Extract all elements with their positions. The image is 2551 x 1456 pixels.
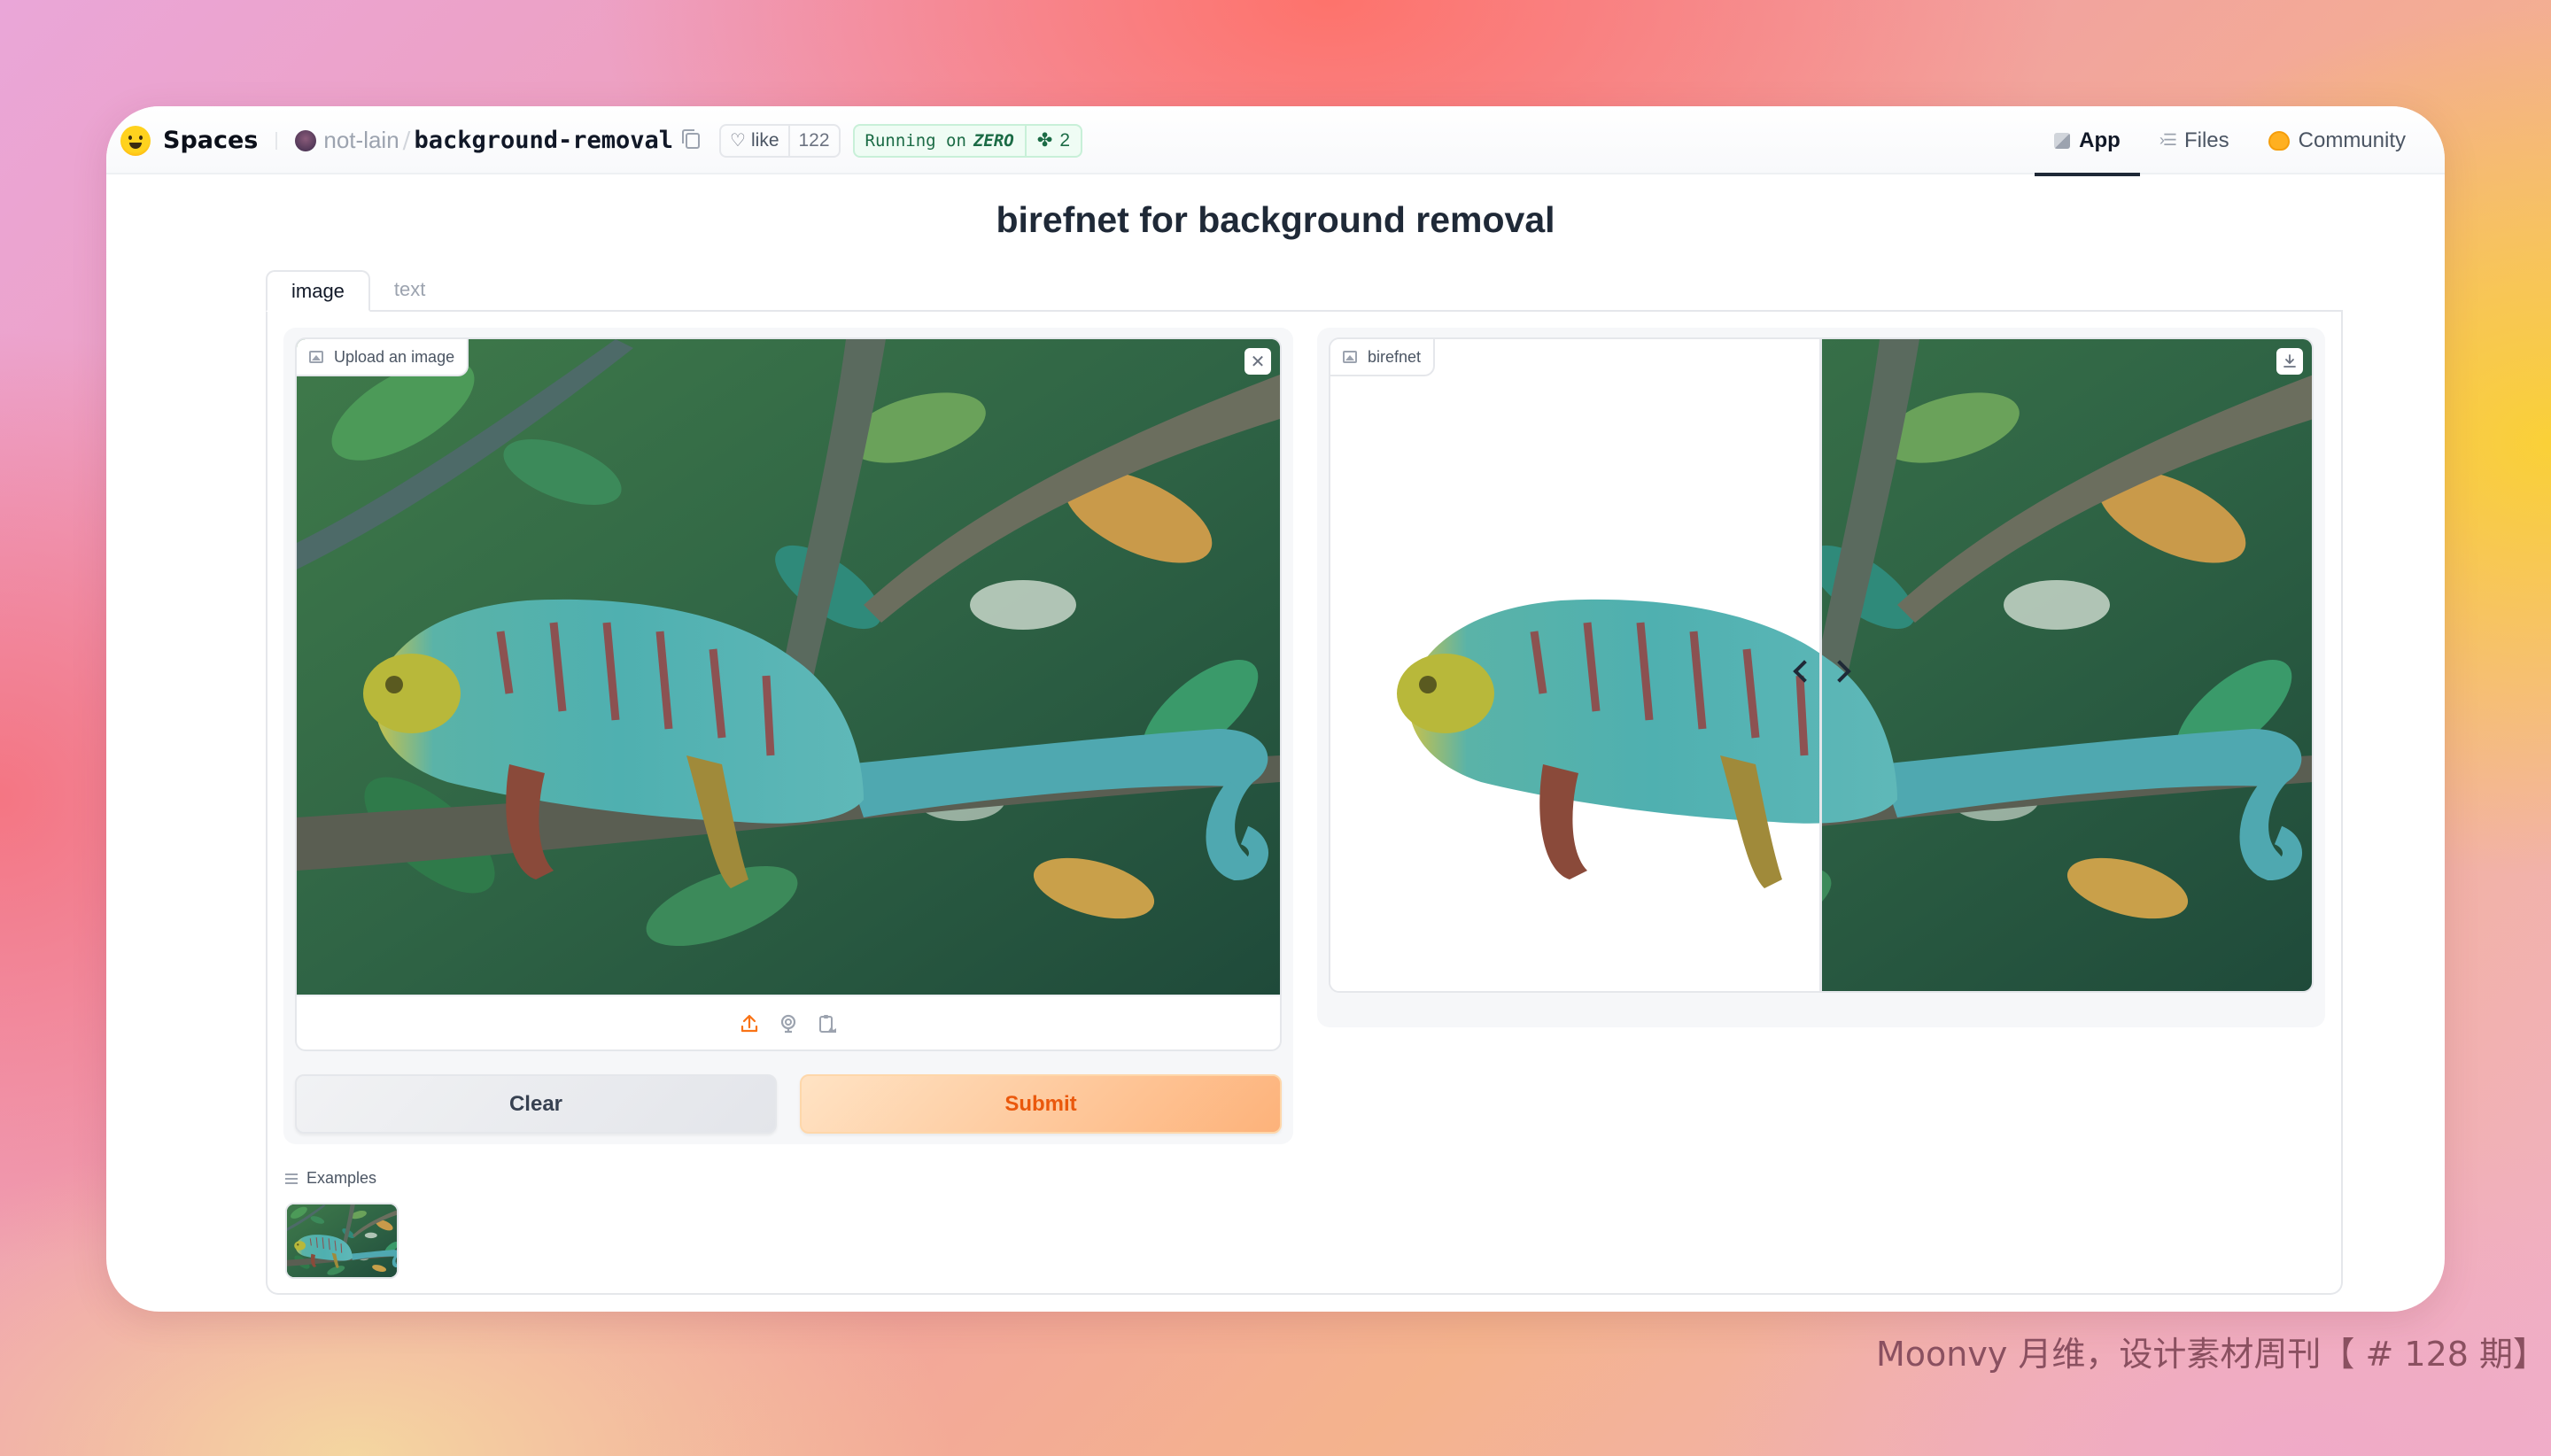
example-item[interactable] [285,1203,399,1279]
divider [275,131,278,150]
clear-image-button[interactable]: ✕ [1244,348,1271,375]
running-status-badge: Running on ZERO ✤ 2 [852,123,1082,158]
close-icon: ✕ [1250,351,1266,372]
submit-button[interactable]: Submit [800,1074,1282,1134]
replica-count-value: 2 [1059,129,1070,151]
owner-link[interactable]: not-lain [323,127,399,154]
browser-window: Spaces not-lain / background-removal ♡ l… [106,106,2445,1312]
owner-avatar[interactable] [295,129,317,151]
result-foreground [1330,339,1820,991]
image-upload[interactable]: Upload an image ✕ [295,337,1282,1051]
original-photo [1820,339,2312,991]
action-buttons: Clear Submit [295,1074,1282,1134]
like-button-group: ♡ like 122 [719,123,841,158]
input-label: Upload an image [297,339,469,376]
input-photo [297,339,1280,995]
nav-tab-files[interactable]: ›☰ Files [2140,106,2249,174]
output-label: birefnet [1330,339,1436,376]
examples-label: Examples [306,1169,377,1187]
cube-icon [2054,132,2071,149]
clear-button[interactable]: Clear [295,1074,777,1134]
hf-header: Spaces not-lain / background-removal ♡ l… [106,106,2445,176]
example-thumbnail [287,1204,397,1277]
mode-tabs: image text [266,270,2343,312]
output-panel: birefnet [1317,328,2325,1027]
input-panel: Upload an image ✕ Clear Submit [283,328,1293,1144]
running-status[interactable]: Running on ZERO [855,126,1025,156]
input-image [297,339,1280,995]
nav-tab-label: Files [2183,128,2229,152]
like-label: like [750,129,779,151]
like-button[interactable]: ♡ like [721,126,787,156]
nav-tab-app[interactable]: App [2035,106,2140,176]
hardware-label: ZERO [973,130,1014,151]
image-icon [1343,351,1357,363]
webcam-icon[interactable] [777,1012,800,1035]
like-count[interactable]: 122 [787,125,839,156]
tab-text[interactable]: text [370,268,449,310]
fan-icon: ✤ [1036,130,1053,151]
clipboard-icon[interactable] [816,1012,839,1035]
cutout-photo [1330,339,1820,991]
slider-handle[interactable] [1819,339,1822,991]
tab-image[interactable]: image [266,270,370,312]
spaces-link[interactable]: Spaces [163,127,258,154]
list-icon [285,1173,298,1184]
replica-count[interactable]: ✤ 2 [1024,125,1081,156]
source-toolbar [297,995,1280,1049]
repo-name-link[interactable]: background-removal [414,127,673,154]
nav-tab-community[interactable]: Community [2249,106,2425,174]
watermark: Moonvy 月维，设计素材周刊【 # 128 期】 [1876,1335,2547,1374]
heart-icon: ♡ [730,131,746,151]
app-title: birefnet for background removal [996,199,1555,240]
output-label-text: birefnet [1368,347,1422,366]
result-original [1820,339,2312,991]
running-prefix: Running on [865,130,966,151]
copy-icon[interactable] [682,128,701,149]
image-comparison-slider[interactable]: birefnet [1329,337,2314,993]
download-button[interactable] [2276,348,2303,375]
community-icon [2268,130,2290,151]
upload-icon[interactable] [738,1012,761,1035]
input-label-text: Upload an image [334,347,455,366]
header-left: Spaces not-lain / background-removal ♡ l… [120,106,1082,174]
path-separator: / [402,127,411,154]
examples-header: Examples [285,1169,376,1188]
nav-tab-label: Community [2298,128,2406,152]
nav-tab-label: App [2079,128,2121,152]
files-icon: ›☰ [2159,131,2177,149]
hugging-face-logo-icon[interactable] [120,125,151,156]
header-nav: App ›☰ Files Community [2035,106,2425,176]
download-icon [2283,354,2296,368]
image-icon [309,351,323,363]
